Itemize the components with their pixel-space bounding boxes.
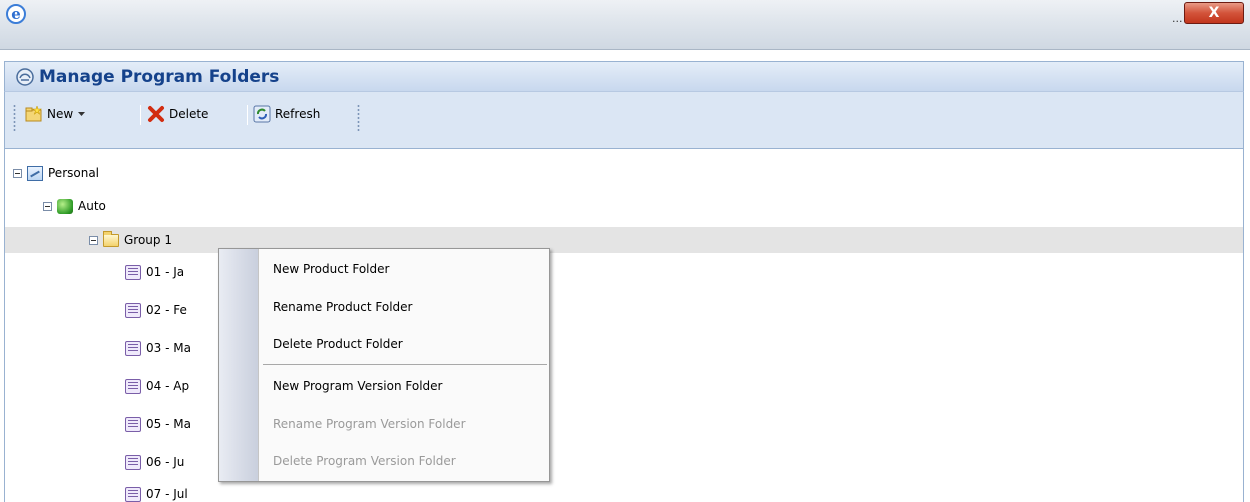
menu-item-rename-program-version-folder: Rename Program Version Folder [273,417,466,431]
tree-node-personal[interactable]: Personal [13,161,99,185]
window-titlebar: e ... X [0,0,1250,50]
refresh-icon [253,105,271,123]
collapse-icon[interactable] [13,168,22,178]
tree-node-child[interactable]: 01 - Ja [125,260,184,284]
menu-item-rename-product-folder[interactable]: Rename Product Folder [273,295,413,319]
list-icon [125,416,141,432]
internet-explorer-icon: e [6,4,26,24]
new-folder-icon [25,106,42,122]
tree-node-label: 01 - Ja [146,265,185,279]
tree-node-child[interactable]: 03 - Ma [125,336,191,360]
red-x-icon [148,106,164,122]
new-button-label: New [47,107,74,121]
panel-header: Manage Program Folders [4,61,1244,91]
selected-row-highlight [5,227,1243,253]
list-icon [125,454,141,470]
toolbar-grip[interactable] [13,104,16,132]
list-icon [125,378,141,394]
tree-node-group-1[interactable]: Group 1 [89,228,172,252]
tree-node-child[interactable]: 05 - Ma [125,412,191,436]
tree-node-label: Personal [48,166,100,180]
list-icon [125,264,141,280]
menu-separator [263,364,547,365]
delete-button[interactable]: Delete [147,102,208,126]
tree-node-label: 04 - Ap [146,379,190,393]
network-icon [27,165,43,181]
refresh-button[interactable]: Refresh [253,102,320,126]
tree-node-label: 03 - Ma [146,341,191,355]
tree-node-auto[interactable]: Auto [43,194,106,218]
context-menu-icon-strip [219,249,259,481]
tree-node-child[interactable]: 04 - Ap [125,374,189,398]
refresh-button-label: Refresh [275,107,321,121]
toolbar-separator [247,105,248,125]
cube-icon [57,198,73,214]
tree-node-label: Group 1 [124,233,172,247]
menu-item-delete-program-version-folder: Delete Program Version Folder [273,454,456,468]
list-icon [125,302,141,318]
tree-node-label: 07 - Jul [146,487,188,501]
title-ellipsis: ... [1172,12,1183,25]
tree-node-label: 05 - Ma [146,417,191,431]
folder-icon [103,230,119,247]
tree-node-label: 02 - Fe [146,303,187,317]
list-icon [125,486,141,502]
menu-item-new-product-folder[interactable]: New Product Folder [273,257,389,281]
context-menu: New Product Folder Rename Product Folder… [218,248,550,482]
tree-node-child[interactable]: 02 - Fe [125,298,187,322]
tree-node-label: Auto [78,199,106,213]
folder-tree: Personal Auto Group 1 01 - Ja 02 - Fe 03… [4,149,1244,502]
toolbar: New Delete Refresh [4,91,1244,149]
collapse-icon[interactable] [43,201,52,211]
folders-icon [16,68,34,86]
collapse-icon[interactable] [89,235,98,245]
list-icon [125,340,141,356]
tree-node-child[interactable]: 06 - Ju [125,450,184,474]
tree-node-label: 06 - Ju [146,455,185,469]
toolbar-separator [140,105,141,125]
delete-button-label: Delete [169,107,209,121]
close-button[interactable]: X [1184,2,1244,24]
tree-node-child[interactable]: 07 - Jul [125,482,188,502]
chevron-down-icon[interactable] [77,111,86,117]
menu-item-new-program-version-folder[interactable]: New Program Version Folder [273,374,442,398]
page-title: Manage Program Folders [39,67,280,87]
new-button[interactable]: New [25,102,86,126]
toolbar-grip-end[interactable] [357,104,360,132]
menu-item-delete-product-folder[interactable]: Delete Product Folder [273,332,403,356]
